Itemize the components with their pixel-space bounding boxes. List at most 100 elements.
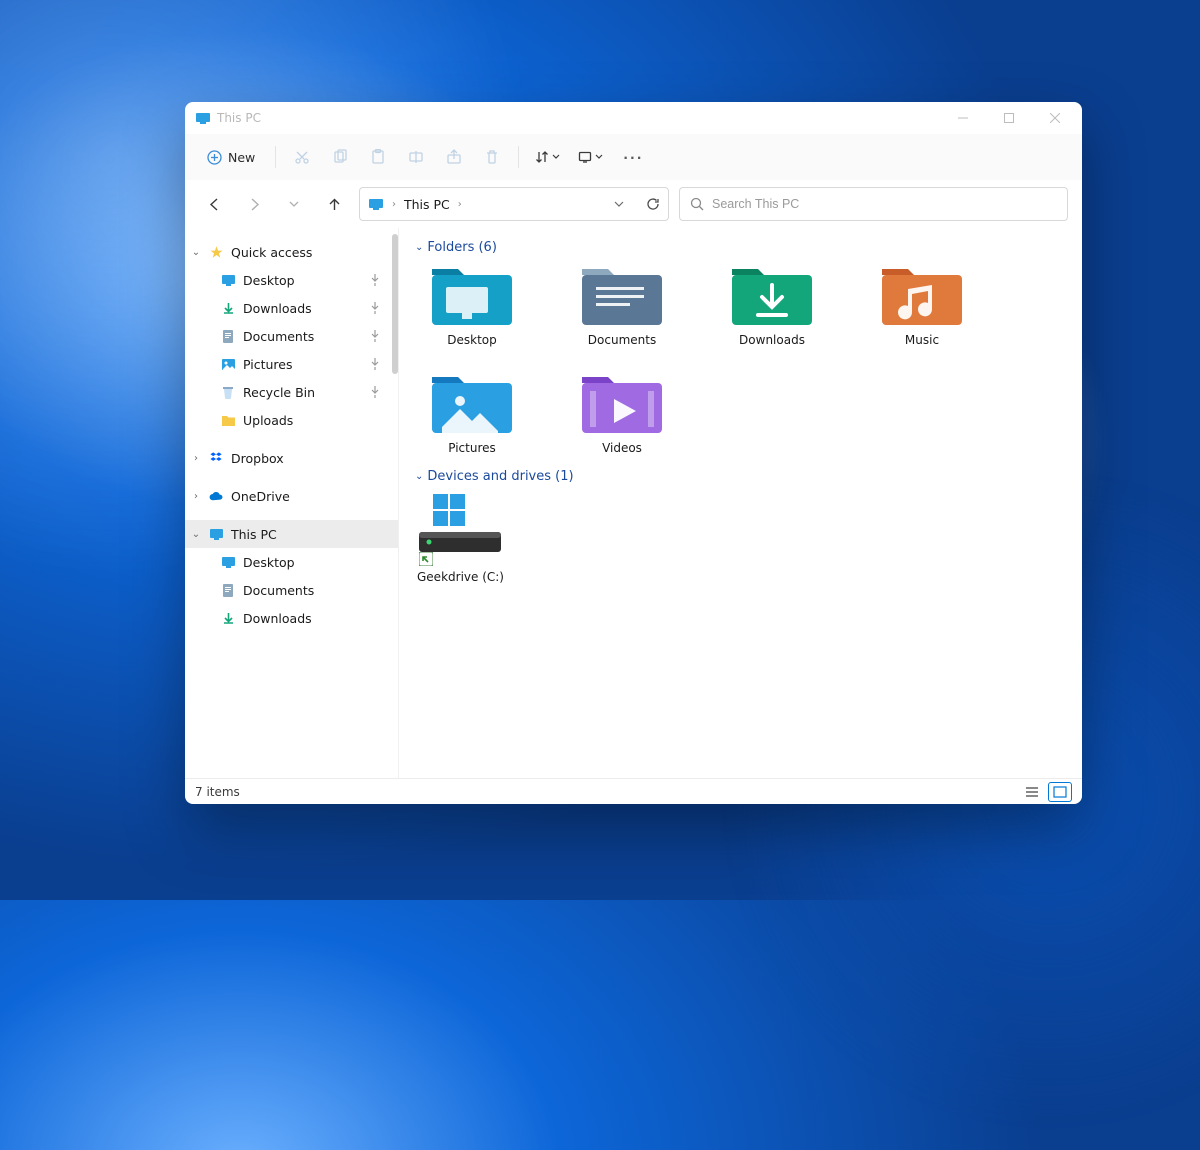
navigation-pane: ⌄ Quick access Desktop Downloads Documen… — [185, 228, 399, 778]
chevron-down-icon[interactable]: ⌄ — [185, 247, 207, 258]
sidebar-item-uploads[interactable]: Uploads — [185, 406, 398, 434]
clipboard-icon — [370, 149, 386, 165]
arrow-right-icon — [247, 197, 262, 212]
sidebar-item-onedrive[interactable]: › OneDrive — [185, 482, 398, 510]
downloads-icon — [219, 609, 237, 627]
window-title: This PC — [217, 111, 261, 125]
toolbar-separator — [518, 146, 519, 168]
pictures-icon — [219, 355, 237, 373]
sidebar-item-label: OneDrive — [231, 489, 290, 504]
folder-documents[interactable]: Documents — [567, 263, 677, 347]
recycle-icon — [219, 383, 237, 401]
status-text: 7 items — [195, 785, 240, 799]
search-box[interactable] — [679, 187, 1068, 221]
folder-grid: Desktop Documents Downloads Music Pictur… — [417, 263, 1066, 455]
drive-label: Geekdrive (C:) — [417, 570, 504, 584]
sort-button[interactable] — [527, 144, 568, 170]
app-icon — [195, 110, 211, 126]
drive-item[interactable]: Geekdrive (C:) — [417, 492, 527, 584]
large-icons-view-button[interactable] — [1048, 782, 1072, 802]
downloads-icon — [219, 299, 237, 317]
sidebar-item-documents[interactable]: Documents — [185, 576, 398, 604]
breadcrumb-chevron-icon[interactable]: › — [458, 199, 462, 210]
folder-desktop[interactable]: Desktop — [417, 263, 527, 347]
navigation-row: › This PC › — [185, 180, 1082, 228]
sidebar-item-label: Desktop — [243, 273, 295, 288]
chevron-down-icon: ⌄ — [415, 242, 423, 253]
arrow-up-icon — [327, 197, 342, 212]
up-button[interactable] — [319, 189, 349, 219]
paste-button[interactable] — [360, 139, 396, 175]
sidebar-item-label: Documents — [243, 583, 314, 598]
status-bar: 7 items — [185, 778, 1082, 804]
back-button[interactable] — [199, 189, 229, 219]
content-area[interactable]: ⌄ Folders (6) Desktop Documents Download… — [399, 228, 1082, 778]
sidebar-item-label: Uploads — [243, 413, 293, 428]
rename-button[interactable] — [398, 139, 434, 175]
refresh-button[interactable] — [646, 197, 660, 211]
chevron-down-icon[interactable] — [614, 199, 624, 209]
chevron-right-icon[interactable]: › — [185, 453, 207, 464]
sidebar-item-quick-access[interactable]: ⌄ Quick access — [185, 238, 398, 266]
share-icon — [446, 149, 462, 165]
minimize-button[interactable] — [940, 102, 986, 134]
folder-pictures[interactable]: Pictures — [417, 371, 527, 455]
sidebar-item-pictures[interactable]: Pictures — [185, 350, 398, 378]
search-input[interactable] — [712, 197, 1057, 211]
new-button[interactable]: New — [195, 144, 267, 171]
section-header-drives[interactable]: ⌄ Devices and drives (1) — [415, 469, 1066, 484]
pin-icon — [370, 358, 390, 370]
folder-music[interactable]: Music — [867, 263, 977, 347]
section-header-folders[interactable]: ⌄ Folders (6) — [415, 240, 1066, 255]
maximize-button[interactable] — [986, 102, 1032, 134]
folder-downloads[interactable]: Downloads — [717, 263, 827, 347]
close-button[interactable] — [1032, 102, 1078, 134]
chevron-down-icon[interactable]: ⌄ — [185, 529, 207, 540]
sidebar-item-label: Downloads — [243, 611, 312, 626]
chevron-down-icon — [552, 153, 560, 161]
sidebar-item-desktop[interactable]: Desktop — [185, 548, 398, 576]
more-button[interactable]: ··· — [613, 144, 653, 171]
address-bar[interactable]: › This PC › — [359, 187, 669, 221]
desktop-icon — [219, 271, 237, 289]
view-button[interactable] — [570, 144, 611, 170]
documents-icon — [219, 327, 237, 345]
cut-button[interactable] — [284, 139, 320, 175]
pin-icon — [370, 302, 390, 314]
refresh-icon — [646, 197, 660, 211]
sidebar-item-recycle-bin[interactable]: Recycle Bin — [185, 378, 398, 406]
chevron-right-icon[interactable]: › — [185, 491, 207, 502]
forward-button[interactable] — [239, 189, 269, 219]
title-bar[interactable]: This PC — [185, 102, 1082, 134]
drive-grid: Geekdrive (C:) — [417, 492, 1066, 584]
sidebar-item-desktop[interactable]: Desktop — [185, 266, 398, 294]
sidebar-item-dropbox[interactable]: › Dropbox — [185, 444, 398, 472]
delete-button[interactable] — [474, 139, 510, 175]
trash-icon — [484, 149, 500, 165]
sidebar-item-documents[interactable]: Documents — [185, 322, 398, 350]
folder-label: Videos — [602, 441, 642, 455]
folder-videos[interactable]: Videos — [567, 371, 677, 455]
new-button-label: New — [228, 150, 255, 165]
breadcrumb-segment[interactable]: This PC — [404, 197, 450, 212]
breadcrumb-chevron-icon[interactable]: › — [392, 199, 396, 210]
windows-logo-icon — [433, 494, 465, 526]
desktop-icon — [219, 553, 237, 571]
sidebar-item-this-pc[interactable]: ⌄ This PC — [185, 520, 398, 548]
sidebar-item-label: Quick access — [231, 245, 312, 260]
sidebar-item-downloads[interactable]: Downloads — [185, 294, 398, 322]
pc-icon — [207, 525, 225, 543]
scrollbar[interactable] — [392, 234, 398, 374]
sidebar-item-label: This PC — [231, 527, 277, 542]
recent-locations-button[interactable] — [279, 189, 309, 219]
arrow-left-icon — [207, 197, 222, 212]
scissors-icon — [294, 149, 310, 165]
details-view-button[interactable] — [1020, 782, 1044, 802]
copy-button[interactable] — [322, 139, 358, 175]
share-button[interactable] — [436, 139, 472, 175]
chevron-down-icon: ⌄ — [415, 471, 423, 482]
sidebar-item-label: Downloads — [243, 301, 312, 316]
sidebar-item-label: Recycle Bin — [243, 385, 315, 400]
plus-circle-icon — [207, 150, 222, 165]
sidebar-item-downloads[interactable]: Downloads — [185, 604, 398, 632]
